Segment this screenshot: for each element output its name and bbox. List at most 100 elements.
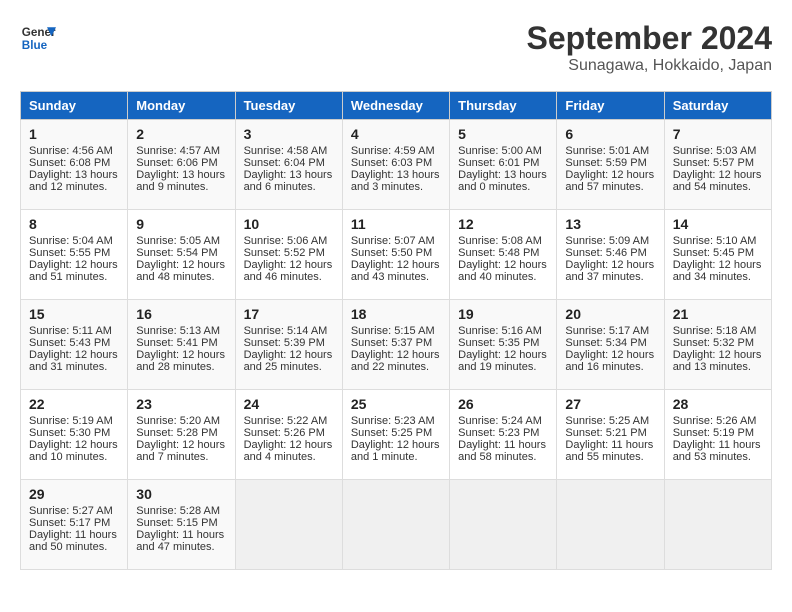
day-detail: Sunrise: 5:10 AM bbox=[673, 235, 763, 247]
calendar-cell: 22Sunrise: 5:19 AMSunset: 5:30 PMDayligh… bbox=[21, 390, 128, 480]
calendar-cell bbox=[664, 480, 771, 570]
calendar-cell: 1Sunrise: 4:56 AMSunset: 6:08 PMDaylight… bbox=[21, 120, 128, 210]
calendar-week-row: 22Sunrise: 5:19 AMSunset: 5:30 PMDayligh… bbox=[21, 390, 772, 480]
day-detail: Daylight: 13 hours bbox=[29, 169, 119, 181]
day-detail: Daylight: 11 hours bbox=[136, 529, 226, 541]
day-detail: and 13 minutes. bbox=[673, 361, 763, 373]
weekday-header-row: SundayMondayTuesdayWednesdayThursdayFrid… bbox=[21, 92, 772, 120]
day-detail: Sunset: 5:35 PM bbox=[458, 337, 548, 349]
day-detail: and 51 minutes. bbox=[29, 271, 119, 283]
day-detail: Sunrise: 5:00 AM bbox=[458, 145, 548, 157]
day-number: 15 bbox=[29, 306, 119, 322]
day-detail: and 28 minutes. bbox=[136, 361, 226, 373]
day-detail: Sunrise: 5:17 AM bbox=[565, 325, 655, 337]
day-number: 19 bbox=[458, 306, 548, 322]
day-detail: Sunrise: 5:11 AM bbox=[29, 325, 119, 337]
calendar-cell: 5Sunrise: 5:00 AMSunset: 6:01 PMDaylight… bbox=[450, 120, 557, 210]
svg-text:Blue: Blue bbox=[22, 39, 48, 52]
weekday-header-tuesday: Tuesday bbox=[235, 92, 342, 120]
calendar-cell: 28Sunrise: 5:26 AMSunset: 5:19 PMDayligh… bbox=[664, 390, 771, 480]
day-detail: Sunset: 5:59 PM bbox=[565, 157, 655, 169]
day-detail: and 58 minutes. bbox=[458, 451, 548, 463]
day-detail: Sunset: 6:04 PM bbox=[244, 157, 334, 169]
day-detail: Sunset: 6:03 PM bbox=[351, 157, 441, 169]
day-detail: and 19 minutes. bbox=[458, 361, 548, 373]
day-detail: and 3 minutes. bbox=[351, 181, 441, 193]
page-header: General Blue September 2024 Sunagawa, Ho… bbox=[20, 20, 772, 75]
calendar-cell bbox=[342, 480, 449, 570]
weekday-header-sunday: Sunday bbox=[21, 92, 128, 120]
calendar-cell: 29Sunrise: 5:27 AMSunset: 5:17 PMDayligh… bbox=[21, 480, 128, 570]
day-detail: Sunset: 6:06 PM bbox=[136, 157, 226, 169]
day-detail: Sunrise: 5:27 AM bbox=[29, 505, 119, 517]
day-detail: and 40 minutes. bbox=[458, 271, 548, 283]
day-detail: and 10 minutes. bbox=[29, 451, 119, 463]
day-number: 12 bbox=[458, 216, 548, 232]
day-detail: Daylight: 12 hours bbox=[244, 349, 334, 361]
calendar-cell bbox=[235, 480, 342, 570]
day-number: 26 bbox=[458, 396, 548, 412]
day-detail: Daylight: 12 hours bbox=[673, 349, 763, 361]
day-detail: Daylight: 12 hours bbox=[565, 259, 655, 271]
day-detail: Sunset: 5:52 PM bbox=[244, 247, 334, 259]
day-detail: Daylight: 13 hours bbox=[136, 169, 226, 181]
day-detail: Daylight: 13 hours bbox=[351, 169, 441, 181]
calendar-cell: 13Sunrise: 5:09 AMSunset: 5:46 PMDayligh… bbox=[557, 210, 664, 300]
day-detail: Sunrise: 5:01 AM bbox=[565, 145, 655, 157]
day-detail: Sunset: 5:37 PM bbox=[351, 337, 441, 349]
day-detail: Sunrise: 5:14 AM bbox=[244, 325, 334, 337]
day-number: 9 bbox=[136, 216, 226, 232]
day-number: 10 bbox=[244, 216, 334, 232]
day-detail: Sunset: 5:23 PM bbox=[458, 427, 548, 439]
day-number: 7 bbox=[673, 126, 763, 142]
day-detail: Daylight: 12 hours bbox=[244, 439, 334, 451]
day-number: 4 bbox=[351, 126, 441, 142]
day-detail: Sunset: 5:41 PM bbox=[136, 337, 226, 349]
calendar-cell bbox=[557, 480, 664, 570]
day-detail: and 1 minute. bbox=[351, 451, 441, 463]
day-detail: Daylight: 12 hours bbox=[351, 259, 441, 271]
day-detail: Daylight: 12 hours bbox=[136, 349, 226, 361]
day-number: 8 bbox=[29, 216, 119, 232]
day-number: 11 bbox=[351, 216, 441, 232]
day-number: 24 bbox=[244, 396, 334, 412]
day-detail: Sunrise: 5:07 AM bbox=[351, 235, 441, 247]
calendar-cell: 18Sunrise: 5:15 AMSunset: 5:37 PMDayligh… bbox=[342, 300, 449, 390]
day-number: 30 bbox=[136, 486, 226, 502]
calendar-cell: 24 Sunrise: 5:22 AMSunset: 5:26 PMDayligh… bbox=[235, 390, 342, 480]
day-detail: Daylight: 11 hours bbox=[565, 439, 655, 451]
day-detail: and 43 minutes. bbox=[351, 271, 441, 283]
calendar-cell: 7Sunrise: 5:03 AMSunset: 5:57 PMDaylight… bbox=[664, 120, 771, 210]
day-detail: Sunrise: 5:15 AM bbox=[351, 325, 441, 337]
day-detail: Daylight: 12 hours bbox=[29, 349, 119, 361]
calendar-cell: 30Sunrise: 5:28 AMSunset: 5:15 PMDayligh… bbox=[128, 480, 235, 570]
calendar-cell: 11 Sunrise: 5:07 AMSunset: 5:50 PMDayligh… bbox=[342, 210, 449, 300]
calendar-cell: 25Sunrise: 5:23 AMSunset: 5:25 PMDayligh… bbox=[342, 390, 449, 480]
calendar-cell: 23Sunrise: 5:20 AMSunset: 5:28 PMDayligh… bbox=[128, 390, 235, 480]
calendar-cell: 2Sunrise: 4:57 AMSunset: 6:06 PMDaylight… bbox=[128, 120, 235, 210]
calendar-week-row: 29Sunrise: 5:27 AMSunset: 5:17 PMDayligh… bbox=[21, 480, 772, 570]
weekday-header-saturday: Saturday bbox=[664, 92, 771, 120]
day-detail: Sunset: 5:26 PM bbox=[244, 427, 334, 439]
day-detail: Sunrise: 5:18 AM bbox=[673, 325, 763, 337]
day-detail: Sunrise: 5:06 AM bbox=[244, 235, 334, 247]
day-detail: Daylight: 11 hours bbox=[458, 439, 548, 451]
day-detail: Sunset: 5:50 PM bbox=[351, 247, 441, 259]
day-detail: Sunrise: 5:22 AM bbox=[244, 415, 334, 427]
day-detail: and 31 minutes. bbox=[29, 361, 119, 373]
day-number: 6 bbox=[565, 126, 655, 142]
day-detail: Sunrise: 5:04 AM bbox=[29, 235, 119, 247]
day-detail: Daylight: 12 hours bbox=[673, 169, 763, 181]
day-detail: and 54 minutes. bbox=[673, 181, 763, 193]
day-detail: Sunset: 5:30 PM bbox=[29, 427, 119, 439]
calendar-cell: 3Sunrise: 4:58 AMSunset: 6:04 PMDaylight… bbox=[235, 120, 342, 210]
day-detail: Sunset: 5:25 PM bbox=[351, 427, 441, 439]
day-detail: and 6 minutes. bbox=[244, 181, 334, 193]
day-detail: Daylight: 12 hours bbox=[458, 349, 548, 361]
day-detail: Sunrise: 5:16 AM bbox=[458, 325, 548, 337]
day-detail: Sunrise: 5:25 AM bbox=[565, 415, 655, 427]
title-area: September 2024 Sunagawa, Hokkaido, Japan bbox=[527, 20, 772, 75]
day-number: 23 bbox=[136, 396, 226, 412]
day-number: 25 bbox=[351, 396, 441, 412]
calendar-cell: 6Sunrise: 5:01 AMSunset: 5:59 PMDaylight… bbox=[557, 120, 664, 210]
